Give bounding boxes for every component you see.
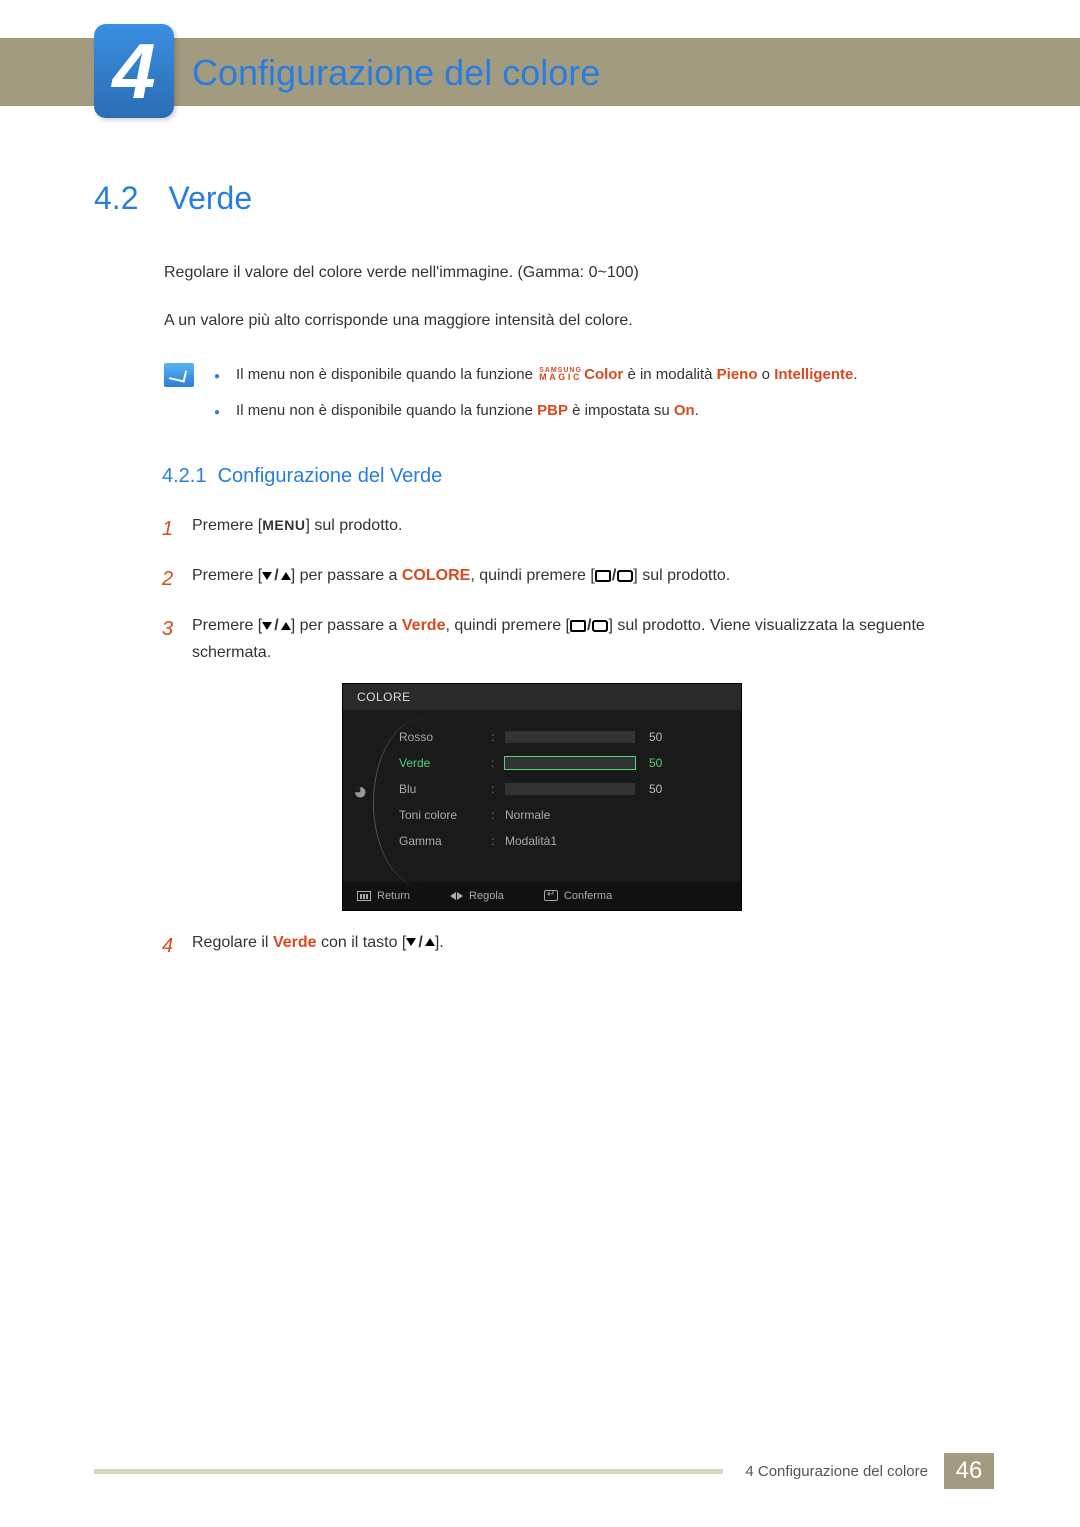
info-block: ● Il menu non è disponibile quando la fu… xyxy=(164,363,994,435)
page-number: 46 xyxy=(944,1453,994,1489)
section-title: Verde xyxy=(168,180,252,216)
step-4: 4 Regolare il Verde con il tasto [/]. xyxy=(162,929,994,963)
osd-conferma: Conferma xyxy=(544,890,612,902)
osd-row-toni: Toni colore : Normale xyxy=(399,806,723,824)
step-number: 3 xyxy=(162,612,192,646)
info-text-2: Il menu non è disponibile quando la funz… xyxy=(236,399,699,423)
palette-icon: ◕ xyxy=(353,778,383,808)
chapter-title: Configurazione del colore xyxy=(192,52,600,94)
bullet-icon: ● xyxy=(214,369,220,385)
menu-key-label: MENU xyxy=(262,517,305,533)
osd-row-verde: Verde : 50 xyxy=(399,754,723,772)
section-number: 4.2 xyxy=(94,180,138,216)
osd-regola: Regola xyxy=(450,890,504,902)
osd-slider-selected xyxy=(505,757,635,769)
bullet-icon: ● xyxy=(214,405,220,421)
info-item-1: ● Il menu non è disponibile quando la fu… xyxy=(214,363,994,387)
info-text-1: Il menu non è disponibile quando la funz… xyxy=(236,363,858,387)
select-enter-icon: / xyxy=(595,562,633,589)
steps-list: 1 Premere [MENU] sul prodotto. 2 Premere… xyxy=(162,512,994,963)
intro-paragraph-2: A un valore più alto corrisponde una mag… xyxy=(164,309,994,333)
step-number: 1 xyxy=(162,512,192,546)
page-content: 4.2 Verde Regolare il valore del colore v… xyxy=(94,180,994,979)
step-number: 4 xyxy=(162,929,192,963)
info-icon xyxy=(164,363,194,387)
page-footer: 4 Configurazione del colore 46 xyxy=(94,1453,994,1489)
menu-icon xyxy=(357,891,371,901)
osd-return: Return xyxy=(357,890,410,902)
step-text: Premere [MENU] sul prodotto. xyxy=(192,512,994,539)
osd-slider xyxy=(505,731,635,743)
down-up-icon: / xyxy=(262,612,290,639)
subsection-number: 4.2.1 xyxy=(162,465,206,487)
step-text: Regolare il Verde con il tasto [/]. xyxy=(192,929,994,956)
osd-row-gamma: Gamma : Modalità1 xyxy=(399,832,723,850)
osd-body: ◕ Rosso : 50 Verde : 50 Blu : 5 xyxy=(343,710,741,882)
osd-row-rosso: Rosso : 50 xyxy=(399,728,723,746)
osd-title: COLORE xyxy=(343,684,741,710)
osd-footer: Return Regola Conferma xyxy=(343,882,741,910)
chapter-number-badge: 4 xyxy=(94,24,174,118)
info-item-2: ● Il menu non è disponibile quando la fu… xyxy=(214,399,994,423)
left-right-icon xyxy=(450,892,463,900)
step-text: Premere [/] per passare a Verde, quindi … xyxy=(192,612,994,667)
subsection-heading: 4.2.1 Configurazione del Verde xyxy=(162,465,994,488)
intro-paragraph-1: Regolare il valore del colore verde nell… xyxy=(164,261,994,285)
section-heading: 4.2 Verde xyxy=(94,180,994,217)
step-2: 2 Premere [/] per passare a COLORE, quin… xyxy=(162,562,994,596)
info-list: ● Il menu non è disponibile quando la fu… xyxy=(214,363,994,435)
footer-chapter-label: 4 Configurazione del colore xyxy=(745,1463,928,1480)
subsection-title: Configurazione del Verde xyxy=(218,465,443,487)
step-text: Premere [/] per passare a COLORE, quindi… xyxy=(192,562,994,589)
step-3: 3 Premere [/] per passare a Verde, quind… xyxy=(162,612,994,667)
samsung-magic-label: SAMSUNGMAGIC xyxy=(539,368,582,382)
down-up-icon: / xyxy=(406,929,434,956)
step-number: 2 xyxy=(162,562,192,596)
osd-row-blu: Blu : 50 xyxy=(399,780,723,798)
chapter-number: 4 xyxy=(112,32,155,110)
footer-rule xyxy=(94,1469,723,1474)
osd-screenshot: COLORE ◕ Rosso : 50 Verde : 50 Blu xyxy=(342,683,742,911)
enter-icon xyxy=(544,890,558,901)
select-enter-icon: / xyxy=(570,612,608,639)
down-up-icon: / xyxy=(262,562,290,589)
step-1: 1 Premere [MENU] sul prodotto. xyxy=(162,512,994,546)
osd-slider xyxy=(505,783,635,795)
